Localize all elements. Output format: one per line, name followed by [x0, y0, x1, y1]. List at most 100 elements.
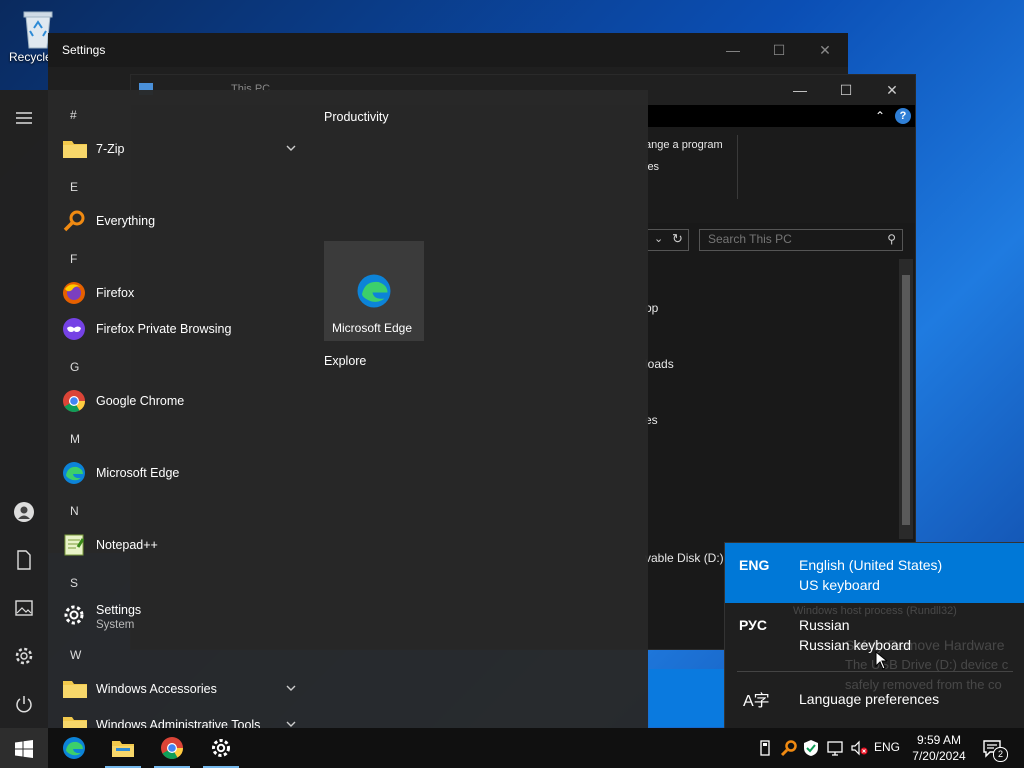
app-firefox-private-browsing[interactable]: Firefox Private Browsing	[62, 313, 306, 345]
app-name: Firefox	[96, 286, 135, 300]
refresh-icon[interactable]: ↻	[672, 231, 683, 247]
chrome-icon	[161, 737, 183, 759]
hamburger-menu-icon[interactable]	[12, 106, 36, 130]
language-name: Russian	[799, 617, 850, 633]
action-center-button[interactable]: 2	[982, 738, 1008, 762]
tile-microsoft-edge[interactable]: Microsoft Edge	[324, 241, 424, 341]
clock-date: 7/20/2024	[912, 749, 966, 763]
explorer-minimize-button[interactable]: —	[777, 73, 823, 107]
user-account-icon[interactable]	[12, 500, 36, 524]
address-bar[interactable]: ⌄ ↻	[647, 229, 689, 251]
close-button[interactable]: ✕	[802, 33, 848, 67]
chevron-down-icon[interactable]	[284, 141, 298, 155]
explorer-maximize-button[interactable]: ☐	[823, 73, 869, 107]
chrome-icon	[62, 389, 88, 413]
language-settings-icon: A字	[743, 693, 770, 710]
search-box[interactable]: ⚲	[699, 229, 903, 251]
windows-security-icon[interactable]	[802, 739, 820, 757]
ribbon-divider	[737, 135, 738, 199]
app-7zip[interactable]: 7-Zip	[62, 133, 306, 165]
app-name: 7-Zip	[96, 142, 125, 156]
language-preferences-label: Language preferences	[799, 691, 940, 707]
clock[interactable]: 9:59 AM 7/20/2024	[904, 732, 974, 764]
app-windows-accessories[interactable]: Windows Accessories	[62, 673, 306, 705]
app-list-header-f[interactable]: F	[70, 252, 77, 266]
chevron-down-icon[interactable]	[284, 717, 298, 728]
network-icon[interactable]	[826, 739, 844, 757]
tile-group-explore[interactable]: Explore	[324, 354, 366, 368]
explorer-scrollbar[interactable]	[899, 259, 913, 539]
app-notepad-plus-plus[interactable]: Notepad++	[62, 529, 306, 561]
explorer-close-button[interactable]: ✕	[869, 73, 915, 107]
notification-count-badge: 2	[993, 747, 1008, 762]
language-code: ENG	[739, 557, 770, 573]
maximize-button[interactable]: ☐	[756, 33, 802, 67]
everything-search-icon[interactable]	[780, 739, 798, 757]
app-windows-administrative-tools[interactable]: Windows Administrative Tools	[62, 709, 306, 728]
keyboard-name: US keyboard	[799, 577, 880, 593]
app-microsoft-edge[interactable]: Microsoft Edge	[62, 457, 306, 489]
app-everything[interactable]: Everything	[62, 205, 306, 237]
power-icon[interactable]	[12, 692, 36, 716]
language-preferences-link[interactable]: A字 Language preferences	[725, 679, 1024, 719]
edge-icon	[62, 461, 88, 485]
ribbon-collapse-icon[interactable]: ⌃	[875, 109, 885, 123]
app-name: Everything	[96, 214, 156, 228]
taskbar-file-explorer-button[interactable]	[99, 728, 147, 768]
notepad-plus-plus-icon	[62, 533, 88, 557]
input-indicator[interactable]: ENG	[874, 740, 900, 754]
app-list-header-m[interactable]: M	[70, 432, 80, 446]
app-list-header-hash[interactable]: #	[70, 108, 77, 122]
language-name: English (United States)	[799, 557, 943, 573]
minimize-button[interactable]: —	[710, 33, 756, 67]
app-firefox[interactable]: Firefox	[62, 277, 306, 309]
app-list-header-e[interactable]: E	[70, 180, 78, 194]
app-name: Settings	[96, 603, 142, 617]
app-list-header-s[interactable]: S	[70, 576, 78, 590]
file-explorer-icon	[112, 741, 134, 757]
taskbar-chrome-button[interactable]	[148, 728, 196, 768]
chevron-down-icon[interactable]	[284, 681, 298, 695]
app-list-header-n[interactable]: N	[70, 504, 79, 518]
folder-icon	[62, 713, 88, 728]
gear-icon	[62, 603, 88, 627]
taskbar: ENG 9:59 AM 7/20/2024 2	[0, 728, 1024, 768]
settings-titlebar[interactable]: Settings — ☐ ✕	[48, 33, 848, 67]
app-list-header-w[interactable]: W	[70, 648, 81, 662]
app-google-chrome[interactable]: Google Chrome	[62, 385, 306, 417]
search-icon[interactable]: ⚲	[887, 232, 896, 246]
taskbar-edge-button[interactable]	[50, 728, 98, 768]
settings-gear-icon[interactable]	[12, 644, 36, 668]
tile-group-productivity[interactable]: Productivity	[324, 110, 389, 124]
ribbon-uninstall-label[interactable]: ange a program	[645, 139, 723, 151]
usb-drive-icon[interactable]	[756, 739, 774, 757]
app-list-header-g[interactable]: G	[70, 360, 79, 374]
language-code: РУС	[739, 617, 767, 633]
flyout-divider	[737, 671, 1013, 672]
firefox-private-icon	[62, 317, 88, 341]
start-menu-rail	[0, 90, 48, 728]
firefox-icon	[62, 281, 88, 305]
nav-item-downloads[interactable]: loads	[645, 357, 674, 371]
documents-icon[interactable]	[12, 548, 36, 572]
app-name: Google Chrome	[96, 394, 185, 408]
settings-window-title: Settings	[62, 43, 106, 57]
language-item-english[interactable]: ENG English (United States) US keyboard	[725, 543, 1024, 603]
pictures-icon[interactable]	[12, 596, 36, 620]
app-subtitle: System	[96, 619, 135, 631]
volume-muted-icon[interactable]	[850, 739, 868, 757]
scrollbar-thumb[interactable]	[902, 275, 910, 525]
start-button[interactable]	[0, 728, 48, 768]
drive-item-removable-disk[interactable]: vable Disk (D:)	[645, 551, 724, 565]
chevron-down-icon[interactable]: ⌄	[654, 232, 663, 245]
folder-icon	[62, 677, 88, 701]
help-icon[interactable]: ?	[895, 108, 911, 124]
input-language-flyout: Windows host process (Rundll32) Safely R…	[724, 542, 1024, 729]
app-name: Windows Administrative Tools	[96, 718, 261, 728]
search-input[interactable]	[700, 230, 878, 248]
folder-icon	[62, 137, 88, 161]
taskbar-settings-button[interactable]	[197, 728, 245, 768]
app-settings[interactable]: Settings System	[62, 595, 306, 635]
magnifier-icon	[62, 209, 88, 233]
app-name: Firefox Private Browsing	[96, 322, 232, 336]
